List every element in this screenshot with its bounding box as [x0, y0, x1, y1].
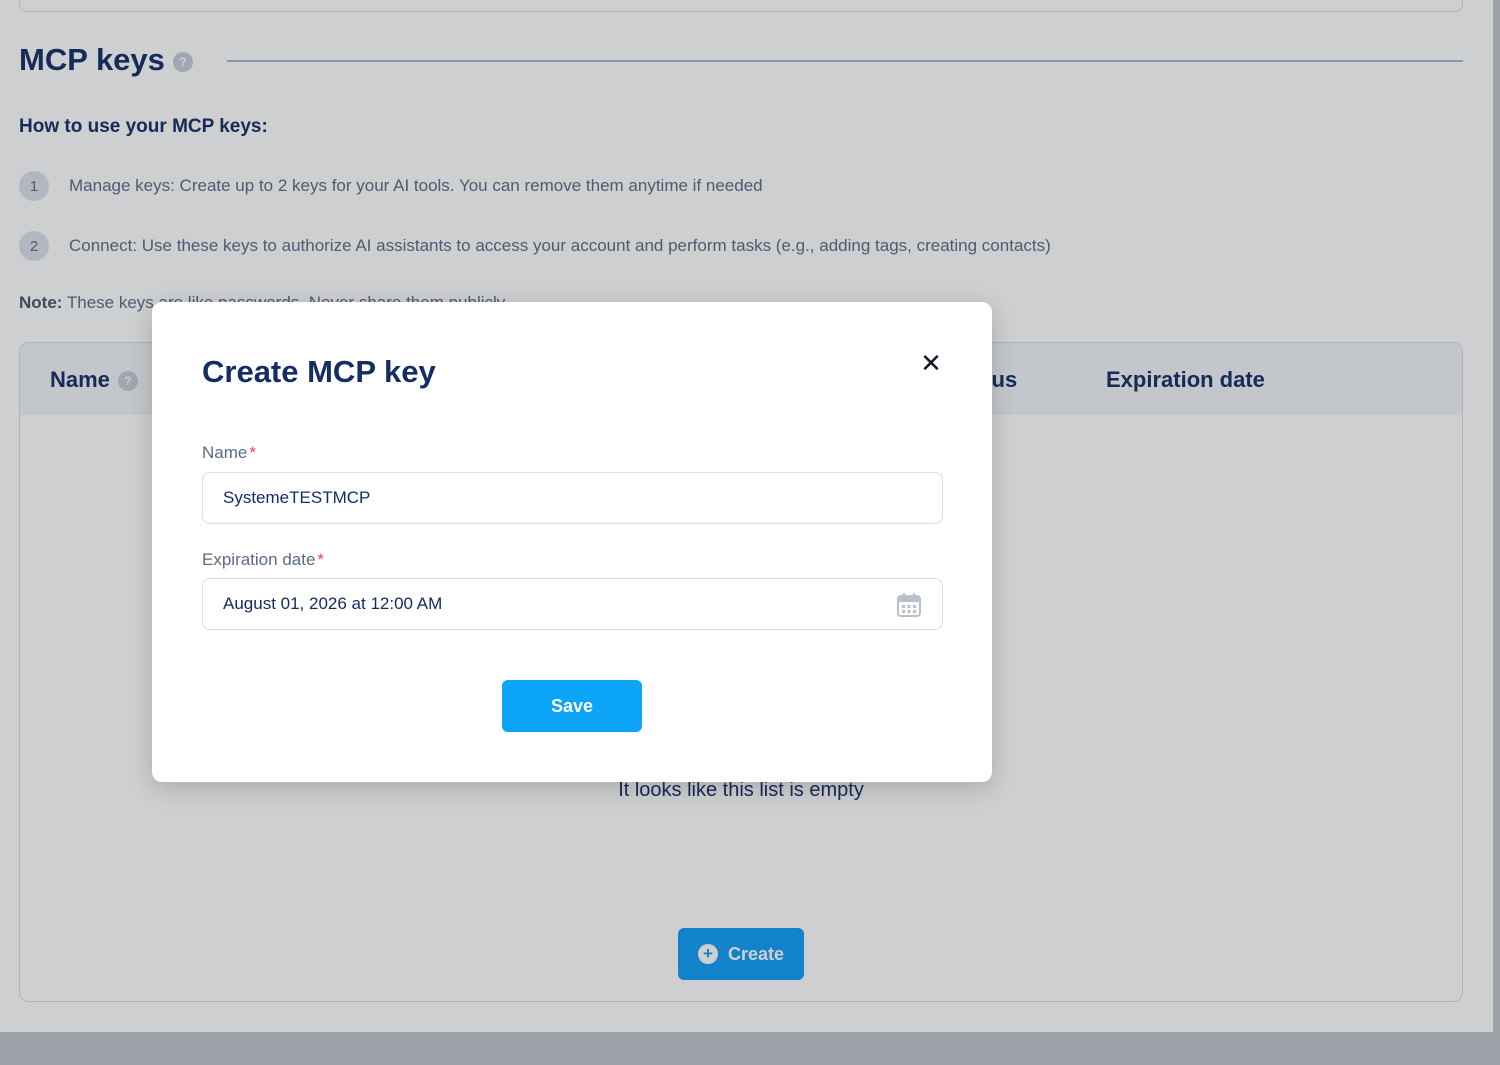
- close-icon[interactable]: ✕: [916, 348, 946, 378]
- expiration-date-value: August 01, 2026 at 12:00 AM: [223, 594, 443, 613]
- save-button[interactable]: Save: [502, 680, 642, 732]
- expiration-label: Expiration date *: [202, 550, 324, 570]
- calendar-icon[interactable]: [896, 592, 922, 623]
- expiration-label-text: Expiration date: [202, 550, 316, 569]
- create-mcp-key-dialog: Create MCP key ✕ Name* Expiration date* …: [152, 302, 992, 782]
- dialog-title: Create MCP key: [202, 354, 436, 389]
- name-label-text: Name: [202, 443, 248, 462]
- name-input[interactable]: [202, 472, 943, 524]
- required-marker: *: [317, 550, 325, 569]
- required-marker: *: [249, 443, 256, 462]
- expiration-date-picker[interactable]: August 01, 2026 at 12:00 AM: [202, 578, 943, 630]
- name-label: Name *: [202, 443, 256, 463]
